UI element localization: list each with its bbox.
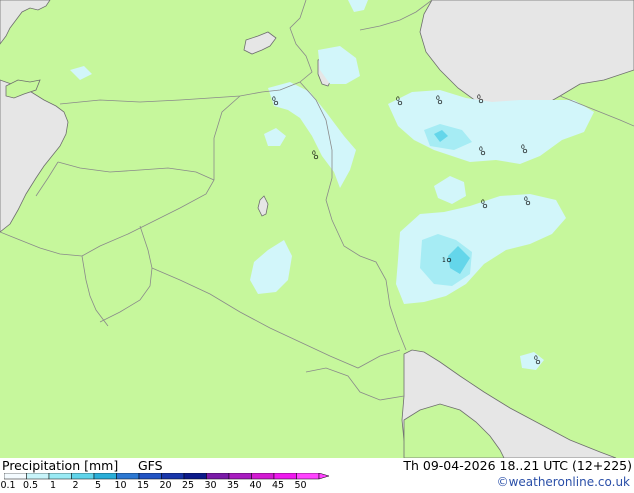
point-label: 0 — [396, 96, 400, 103]
scale-swatch — [48, 473, 72, 480]
scale-swatch — [183, 473, 207, 480]
scale-swatch — [116, 473, 140, 480]
point-label: 0 — [534, 355, 538, 362]
scale-label: 50 — [294, 480, 307, 491]
point-label: 0 — [481, 199, 485, 206]
scale-label: 1 — [49, 480, 57, 491]
scale-swatch — [251, 473, 275, 480]
scale-label: 45 — [271, 480, 285, 491]
scale-label: 20 — [159, 480, 172, 491]
scale-label: 25 — [181, 480, 195, 491]
scale-swatch — [273, 473, 297, 480]
scale-swatch — [228, 473, 252, 480]
scale-swatch — [206, 473, 230, 480]
point-label: 0 — [521, 144, 525, 151]
color-scale: 0.1 0.5 1 2 5 10 15 20 25 30 35 40 45 50 — [0, 473, 340, 493]
scale-arrow — [318, 473, 330, 480]
scale-label: 30 — [204, 480, 217, 491]
model-name: GFS — [138, 458, 163, 473]
point-label: 0 — [312, 150, 316, 157]
scale-swatch — [161, 473, 185, 480]
map-footer: Precipitation [mm] GFS Th 09-04-2026 18.… — [0, 458, 634, 493]
scale-label: 35 — [226, 480, 240, 491]
scale-swatch — [4, 473, 27, 480]
scale-label: 15 — [136, 480, 150, 491]
scale-swatch — [296, 473, 320, 480]
scale-label: 0.1 — [0, 480, 16, 491]
scale-swatch — [71, 473, 95, 480]
point-label: 0 — [524, 196, 528, 203]
precipitation-map: 0 0 0 0 0 0 0 0 0 1 0 — [0, 0, 634, 458]
scale-swatch — [138, 473, 162, 480]
color-scale-labels: 0.1 0.5 1 2 5 10 15 20 25 30 35 40 45 50 — [0, 480, 340, 492]
point-label: 0 — [477, 94, 481, 101]
map-viewer: 0 0 0 0 0 0 0 0 0 1 0 Precipitation [mm]… — [0, 0, 634, 493]
valid-time: Th 09-04-2026 18..21 UTC (12+225) — [403, 458, 632, 473]
scale-swatch — [93, 473, 117, 480]
point-label: 0 — [436, 95, 440, 102]
credit-link[interactable]: ©weatheronline.co.uk — [497, 475, 630, 489]
scale-label: 0.5 — [22, 480, 39, 491]
scale-swatch — [26, 473, 50, 480]
scale-label: 10 — [114, 480, 127, 491]
point-label: 0 — [479, 146, 483, 153]
point-label: 1 — [442, 257, 446, 264]
scale-label: 2 — [72, 480, 79, 491]
scale-label: 5 — [94, 480, 102, 491]
point-label: 0 — [272, 96, 276, 103]
map-title: Precipitation [mm] — [2, 458, 119, 473]
scale-label: 40 — [249, 480, 262, 491]
